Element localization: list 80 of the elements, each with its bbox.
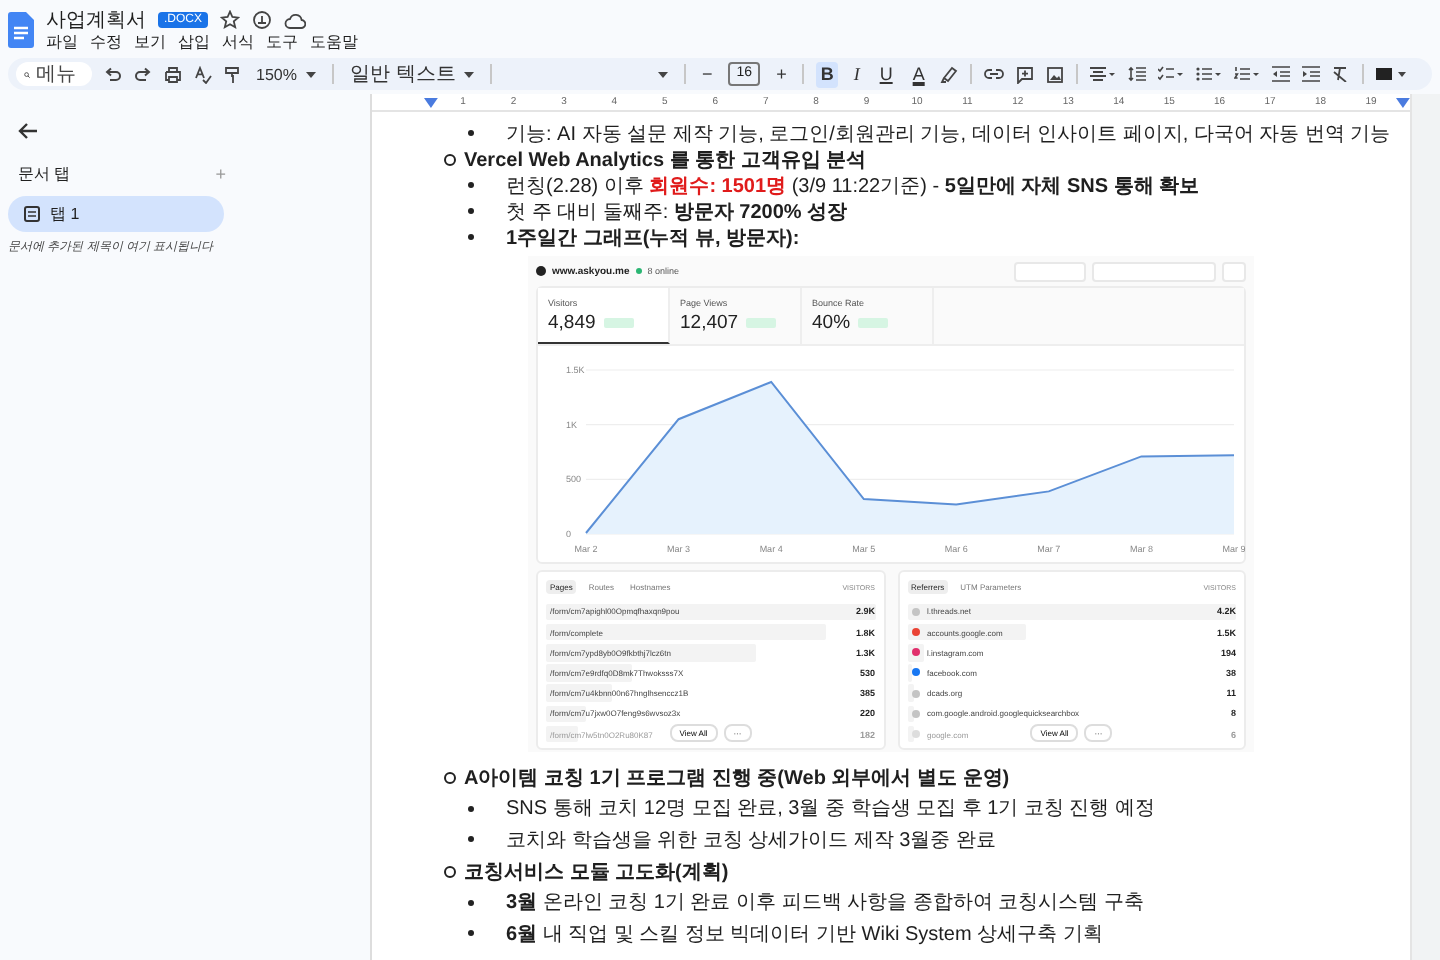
list-item-text: 코치와 학습생을 위한 코칭 상세가이드 제작 3월중 완료 xyxy=(506,827,997,854)
undo-icon[interactable] xyxy=(104,66,122,82)
list-item-text: 기능: AI 자동 설문 제작 기능, 로그인/회원관리 기능, 데이터 인사이트 페이지, 다국어 자동 번역 기능 xyxy=(506,121,1391,147)
link-icon[interactable] xyxy=(984,68,1005,80)
left-indent-marker-icon[interactable] xyxy=(424,97,438,107)
bullet-icon xyxy=(468,805,474,812)
highlighter-icon[interactable] xyxy=(940,65,959,83)
scrollbar-track[interactable] xyxy=(1410,94,1440,960)
text-style-dropdown[interactable]: 일반 텍스트 xyxy=(346,60,478,88)
caret-icon xyxy=(658,71,668,77)
decrease-indent-icon[interactable] xyxy=(1272,66,1291,82)
list-item-text: Vercel Web Analytics 를 통한 고객유입 분석 xyxy=(464,147,867,173)
list-item-text: A아이템 코칭 1기 프로그램 진행 중(Web 외부에서 별도 운영) xyxy=(464,765,1010,792)
menu-item[interactable]: 보기 xyxy=(134,34,166,52)
menu-item[interactable]: 파일 xyxy=(46,34,78,52)
paint-format-icon[interactable] xyxy=(224,65,240,83)
checklist-icon[interactable] xyxy=(1158,66,1185,82)
list-item-text: 첫 주 대비 둘째주: 방문자 7200% 성장 xyxy=(506,199,848,225)
star-icon[interactable] xyxy=(220,10,241,30)
list-item-text: 코칭서비스 모듈 고도화(계획) xyxy=(464,859,729,886)
document-tabs-heading: 문서 탭 xyxy=(18,164,71,186)
align-icon[interactable] xyxy=(1090,66,1117,82)
redo-icon[interactable] xyxy=(134,66,152,82)
metric-value: 40% xyxy=(812,312,851,334)
bullet-icon xyxy=(468,182,474,188)
document-tab[interactable]: 탭 1 xyxy=(8,196,224,232)
line-spacing-icon[interactable] xyxy=(1128,66,1147,82)
back-arrow-icon[interactable] xyxy=(18,122,38,140)
metric-value: 4,849 xyxy=(548,312,596,334)
change-badge xyxy=(746,318,777,328)
color-swatch-icon[interactable] xyxy=(1376,68,1407,80)
zoom-dropdown[interactable]: 150% xyxy=(252,60,320,88)
spellcheck-icon[interactable] xyxy=(194,65,212,83)
comment-icon[interactable] xyxy=(1016,65,1035,83)
tab-icon xyxy=(24,206,40,222)
menu-item[interactable]: 삽입 xyxy=(178,34,210,52)
increase-indent-icon[interactable] xyxy=(1302,66,1321,82)
text-color-button[interactable]: A xyxy=(908,61,929,87)
menu-item[interactable]: 도움말 xyxy=(310,34,358,52)
bullet-icon xyxy=(468,208,474,214)
print-icon[interactable] xyxy=(164,65,182,83)
hollow-bullet-icon xyxy=(444,865,456,878)
menu-item[interactable]: 서식 xyxy=(222,34,254,52)
hollow-bullet-icon xyxy=(444,153,456,165)
metric-value: 12,407 xyxy=(680,312,739,334)
list-item-text: 1주일간 그래프(누적 뷰, 방문자): xyxy=(506,225,800,251)
bullet-icon xyxy=(468,899,474,906)
cloud-icon[interactable] xyxy=(284,11,307,29)
docs-icon[interactable] xyxy=(8,12,34,48)
caret-icon xyxy=(464,71,474,77)
bullet-icon xyxy=(468,234,474,240)
underline-button[interactable]: U xyxy=(875,61,897,87)
bold-button[interactable]: B xyxy=(816,61,838,87)
list-item-text: SNS 통해 코치 12명 모집 완료, 3월 중 학습생 모집 후 1기 코칭 진행 예정 xyxy=(506,796,1155,823)
hollow-bullet-icon xyxy=(444,771,456,784)
menu-item[interactable]: 수정 xyxy=(90,34,122,52)
decrease-font-size-button[interactable]: − xyxy=(698,61,717,87)
change-badge xyxy=(603,318,634,328)
tab-label: 탭 1 xyxy=(50,204,80,226)
italic-button[interactable]: I xyxy=(849,61,864,87)
bullet-icon xyxy=(468,130,474,136)
bulleted-list-icon[interactable] xyxy=(1196,66,1223,82)
search-icon xyxy=(24,67,30,81)
caret-icon xyxy=(306,71,316,77)
numbered-list-icon[interactable] xyxy=(1234,66,1261,82)
list-item-text: 런칭(2.28) 이후 회원수: 1501명 (3/9 11:22기준) - 5일만에 자체 SNS 통해 확보 xyxy=(506,173,1200,199)
list-item-text: 3월 온라인 코칭 1기 완료 이후 피드백 사항을 종합하여 코칭시스템 구축 xyxy=(506,890,1144,917)
increase-font-size-button[interactable]: + xyxy=(772,61,791,87)
list-item-text: 6월 내 직업 및 스킬 정보 빅데이터 기반 Wiki System 상세구축 기획 xyxy=(506,921,1103,948)
bullet-icon xyxy=(468,836,474,843)
bullet-icon xyxy=(468,930,474,937)
online-dot-icon xyxy=(635,268,642,274)
menu-search-field[interactable]: 메뉴 xyxy=(16,62,92,86)
clear-formatting-icon[interactable] xyxy=(1332,66,1351,82)
right-indent-marker-icon[interactable] xyxy=(1396,97,1410,107)
site-logo-icon xyxy=(536,266,546,276)
image-icon[interactable] xyxy=(1046,65,1065,83)
menu-item[interactable]: 도구 xyxy=(266,34,298,52)
change-badge xyxy=(858,318,889,328)
document-title[interactable]: 사업계획서 xyxy=(46,6,146,34)
